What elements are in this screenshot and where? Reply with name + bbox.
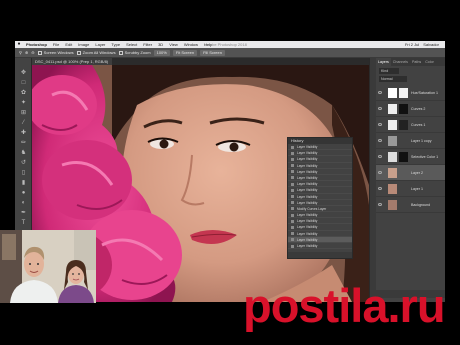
- clone-stamp-tool-icon[interactable]: ♞: [20, 150, 27, 157]
- history-panel-footer: [288, 252, 352, 258]
- layer-row[interactable]: Layer 1: [376, 181, 445, 197]
- eye-icon[interactable]: [378, 187, 382, 190]
- layer-thumbnail[interactable]: [388, 88, 397, 98]
- menu-layer[interactable]: Layer: [92, 41, 108, 48]
- webcam-video: [0, 230, 96, 303]
- eye-icon[interactable]: [378, 155, 382, 158]
- crop-tool-icon[interactable]: ⊞: [20, 110, 27, 117]
- document-tab[interactable]: DSC_0411.psd @ 100% (Prep 1, RGB/8): [32, 58, 112, 65]
- scrubby-zoom-label: Scrubby Zoom: [124, 50, 151, 55]
- layer-name[interactable]: Hue/Saturation 1: [411, 85, 438, 101]
- layer-thumbnail[interactable]: [388, 168, 397, 178]
- layer-name[interactable]: Curves 2: [411, 101, 425, 117]
- menu-user[interactable]: Salvador: [421, 41, 441, 48]
- zoom-tool-icon[interactable]: ⚲: [19, 50, 22, 55]
- panel-tabs: Layers Channels Paths Color: [376, 58, 445, 66]
- pen-tool-icon[interactable]: ✒: [20, 210, 27, 217]
- layer-thumbnail[interactable]: [388, 152, 397, 162]
- layer-row[interactable]: Curves 1: [376, 117, 445, 133]
- blend-mode-select[interactable]: Normal: [379, 76, 407, 82]
- layer-mask-thumbnail[interactable]: [399, 120, 408, 130]
- eraser-tool-icon[interactable]: ▯: [20, 170, 27, 177]
- layer-mask-thumbnail[interactable]: [399, 152, 408, 162]
- history-item[interactable]: Layer Visibility: [288, 243, 352, 250]
- layer-row[interactable]: Background: [376, 197, 445, 213]
- fit-screen-button[interactable]: Fit Screen: [172, 49, 198, 56]
- zoom-all-label: Zoom All Windows: [82, 50, 116, 55]
- tab-layers[interactable]: Layers: [376, 58, 391, 66]
- history-panel: History Layer Visibility Layer Visibilit…: [287, 137, 353, 259]
- layer-thumbnail[interactable]: [388, 184, 397, 194]
- layer-thumbnail[interactable]: [388, 104, 397, 114]
- eye-icon[interactable]: [378, 139, 382, 142]
- layer-name[interactable]: Layer 2: [411, 165, 423, 181]
- layer-name[interactable]: Layer 1 copy: [411, 133, 432, 149]
- zoom-all-windows-checkbox[interactable]: Zoom All Windows: [76, 50, 116, 55]
- layer-mask-thumbnail[interactable]: [399, 104, 408, 114]
- layer-row[interactable]: Hue/Saturation 1: [376, 85, 445, 101]
- menu-clock: Fri 2 Jul: [404, 42, 420, 47]
- eye-icon[interactable]: [378, 171, 382, 174]
- fill-screen-button[interactable]: Fill Screen: [200, 49, 225, 56]
- menu-app-name[interactable]: Photoshop: [23, 41, 50, 48]
- layer-row[interactable]: Layer 1 copy: [376, 133, 445, 149]
- menu-3d[interactable]: 3D: [155, 41, 166, 48]
- gradient-tool-icon[interactable]: ▮: [20, 180, 27, 187]
- eyedropper-tool-icon[interactable]: ⁄: [20, 120, 27, 127]
- resize-windows-checkbox[interactable]: Screen Windows: [37, 50, 74, 55]
- menu-type[interactable]: Type: [108, 41, 123, 48]
- window-title: Adobe Photoshop 2018: [205, 42, 247, 47]
- eye-icon[interactable]: [378, 123, 382, 126]
- layer-thumbnail[interactable]: [388, 136, 397, 146]
- tab-color[interactable]: Color: [423, 58, 436, 66]
- lasso-tool-icon[interactable]: ✿: [20, 90, 27, 97]
- menu-filter[interactable]: Filter: [140, 41, 155, 48]
- layer-thumbnail[interactable]: [388, 200, 397, 210]
- menu-select[interactable]: Select: [123, 41, 140, 48]
- menu-file[interactable]: File: [50, 41, 62, 48]
- tab-paths[interactable]: Paths: [410, 58, 423, 66]
- quick-select-tool-icon[interactable]: ✦: [20, 100, 27, 107]
- layer-row[interactable]: Curves 2: [376, 101, 445, 117]
- layer-thumbnail[interactable]: [388, 120, 397, 130]
- menu-status-area: Fri 2 Jul Salvador: [403, 41, 445, 48]
- zoom-out-icon[interactable]: ⊖: [31, 50, 34, 55]
- type-tool-icon[interactable]: T: [20, 220, 27, 227]
- zoom-in-icon[interactable]: ⊕: [25, 50, 28, 55]
- move-tool-icon[interactable]: ✥: [20, 70, 27, 77]
- dodge-tool-icon[interactable]: ◐: [20, 200, 27, 207]
- tab-channels[interactable]: Channels: [391, 58, 410, 66]
- eye-icon[interactable]: [378, 203, 382, 206]
- brush-tool-icon[interactable]: ✏: [20, 140, 27, 147]
- layer-name[interactable]: Selective Color 1: [411, 149, 438, 165]
- menu-window[interactable]: Window: [181, 41, 201, 48]
- layer-name[interactable]: Background: [411, 197, 430, 213]
- layer-name[interactable]: Curves 1: [411, 117, 425, 133]
- layers-panel-dock: Layers Channels Paths Color Kind Normal …: [369, 58, 445, 302]
- menu-image[interactable]: Image: [75, 41, 92, 48]
- site-watermark: postila.ru: [243, 279, 446, 332]
- resize-windows-label: Screen Windows: [43, 50, 74, 55]
- menu-view[interactable]: View: [166, 41, 181, 48]
- zoom-100-button[interactable]: 100%: [153, 49, 170, 56]
- eye-icon[interactable]: [378, 91, 382, 94]
- webcam-overlay: [0, 230, 96, 303]
- history-brush-tool-icon[interactable]: ↺: [20, 160, 27, 167]
- layer-mask-thumbnail[interactable]: [399, 88, 408, 98]
- scrubby-zoom-checkbox[interactable]: Scrubby Zoom: [118, 50, 151, 55]
- layer-filter-kind[interactable]: Kind: [379, 68, 399, 74]
- eye-icon[interactable]: [378, 107, 382, 110]
- apple-icon[interactable]: ●: [15, 41, 23, 48]
- menu-edit[interactable]: Edit: [62, 41, 75, 48]
- layer-row[interactable]: Layer 2: [376, 165, 445, 181]
- layer-name[interactable]: Layer 1: [411, 181, 423, 197]
- marquee-tool-icon[interactable]: □: [20, 80, 27, 87]
- blur-tool-icon[interactable]: ●: [20, 190, 27, 197]
- options-bar: Adobe Photoshop 2018 ⚲ ⊕ ⊖ Screen Window…: [15, 42, 445, 58]
- layers-list: Hue/Saturation 1 Curves 2 Curves 1 Layer 1 …: [376, 85, 445, 213]
- healing-tool-icon[interactable]: ✚: [20, 130, 27, 137]
- layer-row[interactable]: Selective Color 1: [376, 149, 445, 165]
